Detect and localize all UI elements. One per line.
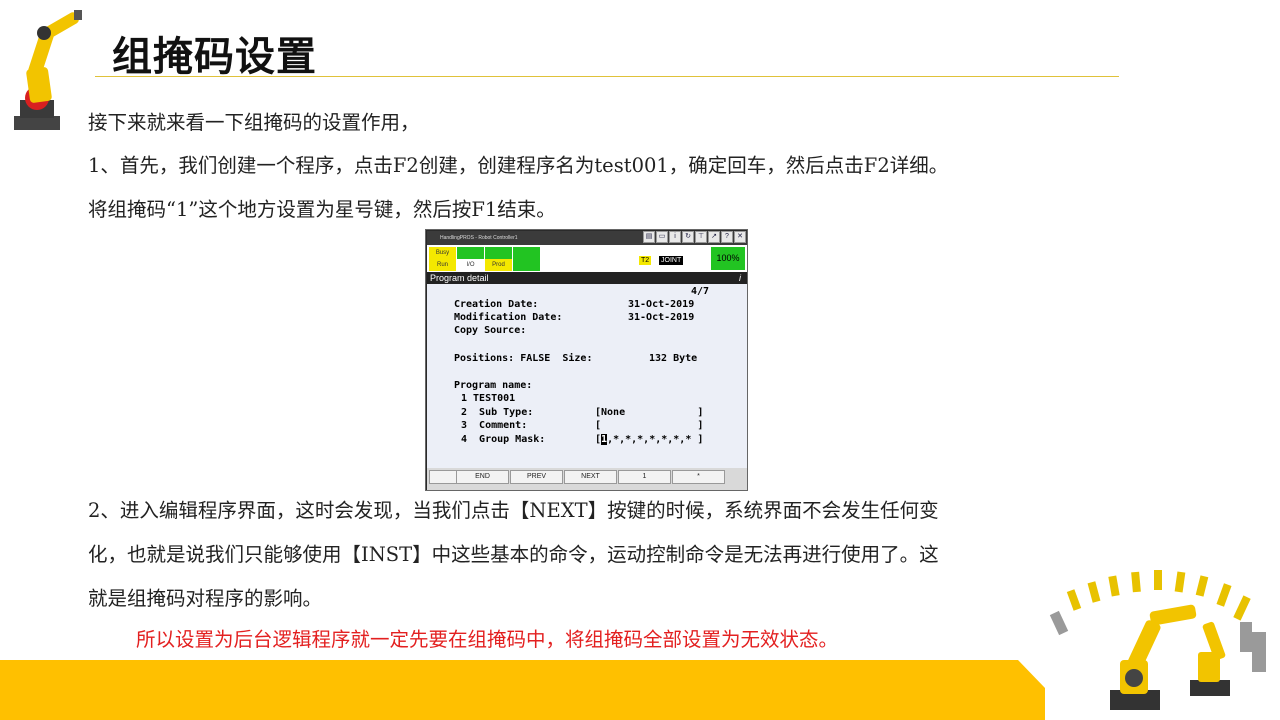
program-detail-body: 4/7 Creation Date: 31-Oct-2019 Modificat… [427,284,747,468]
modification-date-label: Modification Date: [454,312,563,323]
link-icon[interactable]: ↗ [708,231,720,243]
sub-type-value[interactable]: [None ] [595,407,703,419]
screen-title-bar: Program detail i [427,272,747,284]
creation-date-value: 31-Oct-2019 [628,299,695,310]
paragraph-step1-cont: 将组掩码“1”这个地方设置为星号键，然后按F1结束。 [88,198,556,221]
creation-date-label: Creation Date: [454,299,539,310]
status-io: I/O [457,259,484,271]
f3-next-button[interactable]: NEXT [564,470,617,484]
paragraph-step2-end: 就是组掩码对程序的影响。 [88,587,323,610]
mode-badge: T2 [639,256,652,265]
status-fault [513,247,540,259]
group-mask-label: 4 Group Mask: [461,434,546,445]
paragraph-intro: 接下来就来看一下组掩码的设置作用， [88,111,420,134]
f4-one-button[interactable]: 1 [618,470,671,484]
title-divider [95,76,1119,77]
status-busy: Busy [429,247,456,259]
robot-arm-icon [14,10,82,130]
menu-icon[interactable]: ▤ [643,231,655,243]
mask-rest: ,*,*,*,*,*,*,* ] [607,434,704,445]
info-icon: i [739,273,741,283]
f1-end-button[interactable]: END [456,470,509,484]
paragraph-step1: 1、首先，我们创建一个程序，点击F2创建，创建程序名为test001，确定回车，… [88,154,949,177]
function-key-bar: END PREV NEXT 1 * [427,468,747,490]
f5-star-button[interactable]: * [672,470,725,484]
status-hold [485,247,512,259]
comment-label: 3 Comment: [461,420,528,431]
display-icon[interactable]: ▭ [656,231,668,243]
sub-type-label: 2 Sub Type: [461,407,534,418]
screen-title: Program detail [430,273,489,283]
highlight-note: 所以设置为后台逻辑程序就一定先要在组掩码中，将组掩码全部设置为无效状态。 [136,628,839,651]
status-step [457,247,484,259]
refresh-icon[interactable]: ↻ [682,231,694,243]
paragraph-step2: 2、进入编辑程序界面，这时会发现，当我们点击【NEXT】按键的时候，系统界面不会… [88,499,939,522]
modification-date-value: 31-Oct-2019 [628,312,695,323]
tool-icon[interactable]: ⊤ [695,231,707,243]
size-value: 132 Byte [649,353,698,364]
page-indicator: 4/7 [691,286,710,297]
status-tcyc [513,259,540,271]
page-title: 组掩码设置 [112,33,317,80]
group-mask-value[interactable]: [1,*,*,*,*,*,*,* ] [595,434,703,446]
copy-source-label: Copy Source: [454,325,527,336]
close-icon[interactable]: ✕ [734,231,746,243]
status-run: Run [429,259,456,271]
teach-pendant-screenshot: HandlingPROS - Robot Controller1 ▤ ▭ i ↻… [425,229,748,491]
help-icon[interactable]: ? [721,231,733,243]
status-prod: Prod [485,259,512,271]
positions-line: Positions: FALSE Size: [454,353,593,364]
comment-value[interactable]: [ ] [595,420,703,432]
paragraph-step2-cont: 化，也就是说我们只能够使用【INST】中这些基本的命令，运动控制命令是无法再进行… [88,543,939,566]
program-name-value[interactable]: 1 TEST001 [461,393,515,405]
robot-group-icon [1049,570,1266,710]
pendant-toolbar: ▤ ▭ i ↻ ⊤ ↗ ? ✕ [643,231,746,243]
f2-prev-button[interactable]: PREV [510,470,563,484]
coord-badge: JOINT [659,256,684,265]
override-indicator: 100% [711,247,745,270]
ip-icon[interactable]: i [669,231,681,243]
pendant-status-bar: Busy Run I/O Prod T2 JOINT 100% [427,245,747,272]
program-name-label: Program name: [454,380,533,391]
